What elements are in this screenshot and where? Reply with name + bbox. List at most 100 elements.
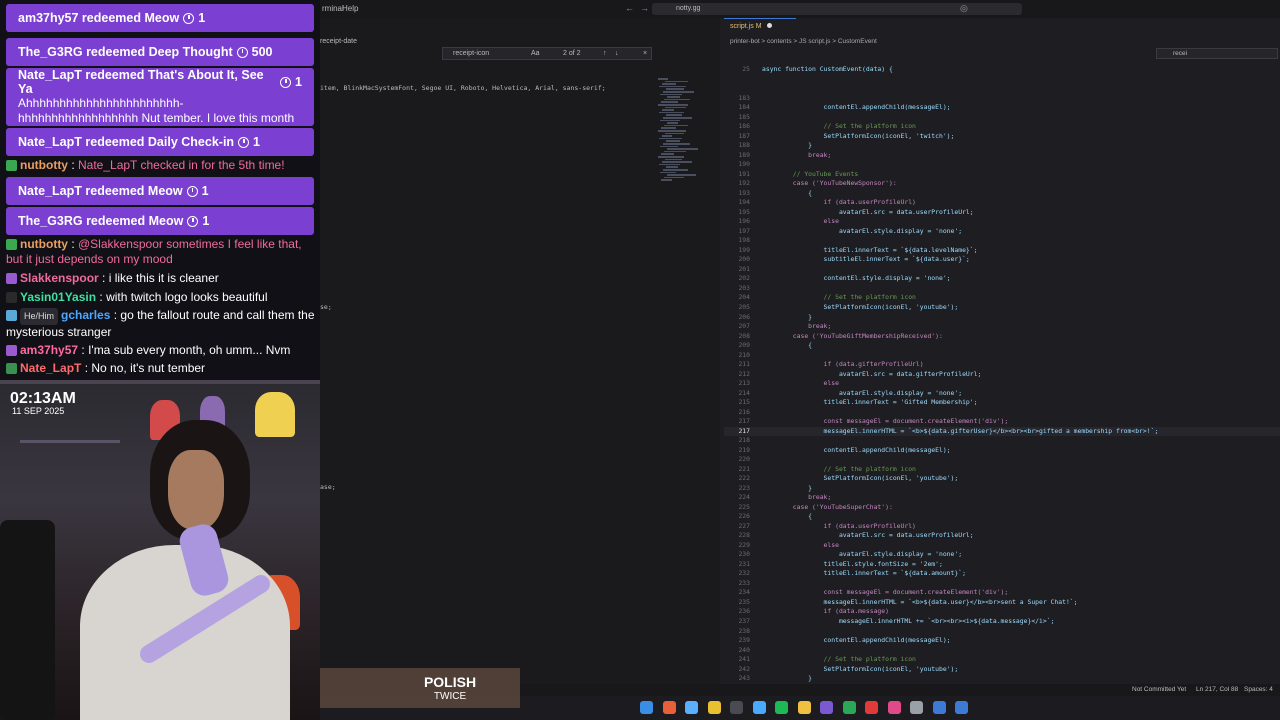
tab-script-js[interactable]: script.js M	[724, 18, 796, 34]
redemption-text: am37hy57 redeemed Meow	[18, 11, 180, 25]
minimap-line	[661, 153, 674, 155]
app-icon[interactable]	[932, 701, 946, 714]
chat-username[interactable]: Yasin01Yasin	[20, 290, 96, 304]
code-line: 192 case ('YouTubeNewSponsor'):	[724, 179, 1280, 189]
vscode-icon[interactable]	[955, 701, 968, 714]
code-text: contentEl.style.display = 'none';	[762, 274, 951, 283]
status-commit[interactable]: Not Committed Yet	[1132, 686, 1186, 693]
minimap-line	[659, 137, 682, 140]
code-text: // Set the platform icon	[762, 122, 916, 131]
chat-username[interactable]: Slakkenspoor	[20, 271, 99, 285]
breadcrumb[interactable]: printer-bot > contents > JS script.js > …	[730, 38, 877, 45]
line-number: 230	[738, 550, 750, 559]
browser-icon[interactable]	[662, 701, 676, 714]
minimap-line	[665, 132, 684, 135]
menu-terminal[interactable]: rminal	[322, 4, 344, 13]
code-text: titleEl.innerText = `${data.levelName}`;	[762, 245, 978, 254]
prev-match-icon[interactable]: ↑	[603, 50, 607, 57]
youtube-icon[interactable]	[865, 701, 878, 714]
minimap-line	[666, 166, 678, 168]
code-text: if (data.userProfileUrl)	[762, 198, 916, 207]
redemption-card: Nate_LapT redeemed Daily Check-in 1	[6, 128, 314, 156]
find-query: receipt-icon	[453, 50, 490, 57]
find-widget-left[interactable]: receipt-icon Aa 2 of 2 ↑ ↓ ×	[442, 47, 652, 60]
notes-icon[interactable]	[797, 701, 811, 714]
start-icon[interactable]	[640, 701, 653, 714]
minimap-line	[662, 135, 672, 137]
match-case-toggle[interactable]: Aa	[531, 50, 540, 57]
chat-username[interactable]: nutbotty	[20, 158, 68, 172]
chat-username[interactable]: Nate_LapT	[20, 361, 81, 375]
line-number: 210	[738, 350, 750, 359]
chat-username[interactable]: nutbotty	[20, 237, 68, 251]
redemption-message: Ahhhhhhhhhhhhhhhhhhhhhhh-hhhhhhhhhhhhhhh…	[18, 96, 295, 125]
minimap-line	[664, 98, 690, 101]
gaming-chair	[0, 520, 55, 720]
unsaved-dot-icon	[767, 23, 773, 28]
minimap-line	[662, 161, 692, 163]
code-line: se;	[320, 303, 332, 311]
chrome-icon[interactable]	[730, 701, 743, 714]
code-line: 237 messageEl.innerHTML += `<br><br><i>$…	[724, 617, 1280, 627]
minimap-line	[660, 119, 680, 122]
code-line: 217 messageEl.innerHTML = `<b>${data.gif…	[724, 426, 1280, 437]
chat-username[interactable]: gcharles	[61, 308, 110, 322]
explorer-icon[interactable]	[707, 701, 721, 714]
chat-username[interactable]: am37hy57	[20, 343, 78, 357]
app-icon[interactable]	[887, 701, 901, 714]
minimap-line	[660, 145, 678, 148]
left-editor-pane: receipt-date receipt-icon Aa 2 of 2 ↑ ↓ …	[320, 18, 720, 684]
menu-help[interactable]: Help	[342, 4, 358, 13]
app-icon[interactable]	[842, 701, 856, 714]
code-text: if (data.gifterProfileUrl)	[762, 360, 924, 369]
code-text: contentEl.appendChild(messageEl);	[762, 445, 951, 454]
close-icon[interactable]: ×	[643, 50, 647, 57]
redemption-text: Nate_LapT redeemed Daily Check-in	[18, 135, 235, 149]
code-line: 203	[724, 284, 1280, 294]
minimap-line	[666, 88, 684, 90]
spotify-icon[interactable]	[775, 701, 788, 714]
minimap[interactable]	[658, 78, 698, 188]
code-line: item, BlinkMacSystemFont, Segoe UI, Robo…	[320, 84, 606, 92]
badge-icon	[6, 160, 17, 172]
line-number: 235	[738, 597, 750, 606]
line-number: 225	[738, 502, 750, 511]
shelf	[20, 440, 120, 443]
code-text: titleEl.innerText = `${data.amount}`;	[762, 569, 966, 578]
code-text: }	[762, 674, 813, 683]
line-number: 183	[738, 93, 750, 102]
code-line: 188 }	[724, 141, 1280, 151]
redemption-line: The_G3RG redeemed Deep Thought 500	[18, 45, 272, 59]
code-text: messageEl.innerHTML += `<br><br><i>${dat…	[762, 617, 1055, 625]
forward-arrow-icon[interactable]: →	[640, 3, 649, 13]
code-line: 213 else	[724, 379, 1280, 389]
code-area[interactable]: 25 async function CustomEvent(data) { 183…	[724, 46, 1280, 720]
twitch-icon[interactable]	[820, 701, 833, 714]
right-editor-pane: script.js M printer-bot > contents > JS …	[724, 18, 1280, 720]
breadcrumb-left[interactable]: receipt-date	[320, 38, 357, 45]
copilot-icon[interactable]: ◎	[960, 3, 968, 14]
code-line: 222 SetPlatformIcon(iconEl, 'youtube');	[724, 474, 1280, 484]
redemption-count: 1	[198, 11, 206, 25]
app-icon[interactable]	[910, 701, 923, 714]
app-icon[interactable]	[752, 701, 766, 714]
code-text: SetPlatformIcon(iconEl, 'youtube');	[762, 664, 959, 673]
line-number: 237	[738, 617, 750, 625]
code-text: contentEl.appendChild(messageEl);	[762, 103, 951, 112]
badge-icon	[6, 292, 17, 304]
title-bar: rminal Help ← → notty.gg ◎	[320, 0, 1280, 18]
line-number: 224	[738, 493, 750, 502]
next-match-icon[interactable]: ↓	[615, 50, 619, 57]
back-arrow-icon[interactable]: ←	[625, 3, 634, 13]
chat-text: with twitch logo looks beautiful	[106, 290, 268, 304]
status-position[interactable]: Ln 217, Col 88	[1196, 686, 1238, 693]
minimap-line	[665, 80, 688, 83]
line-number: 194	[738, 198, 750, 207]
chat-overlay: am37hy57 redeemed Meow 1 The_G3RG redeemed…	[0, 0, 320, 380]
edge-icon[interactable]	[685, 701, 698, 714]
status-spaces[interactable]: Spaces: 4	[1244, 686, 1273, 693]
code-text: {	[762, 512, 813, 521]
minimap-line	[663, 117, 692, 119]
minimap-line	[663, 143, 690, 145]
line-number: 222	[738, 474, 750, 483]
